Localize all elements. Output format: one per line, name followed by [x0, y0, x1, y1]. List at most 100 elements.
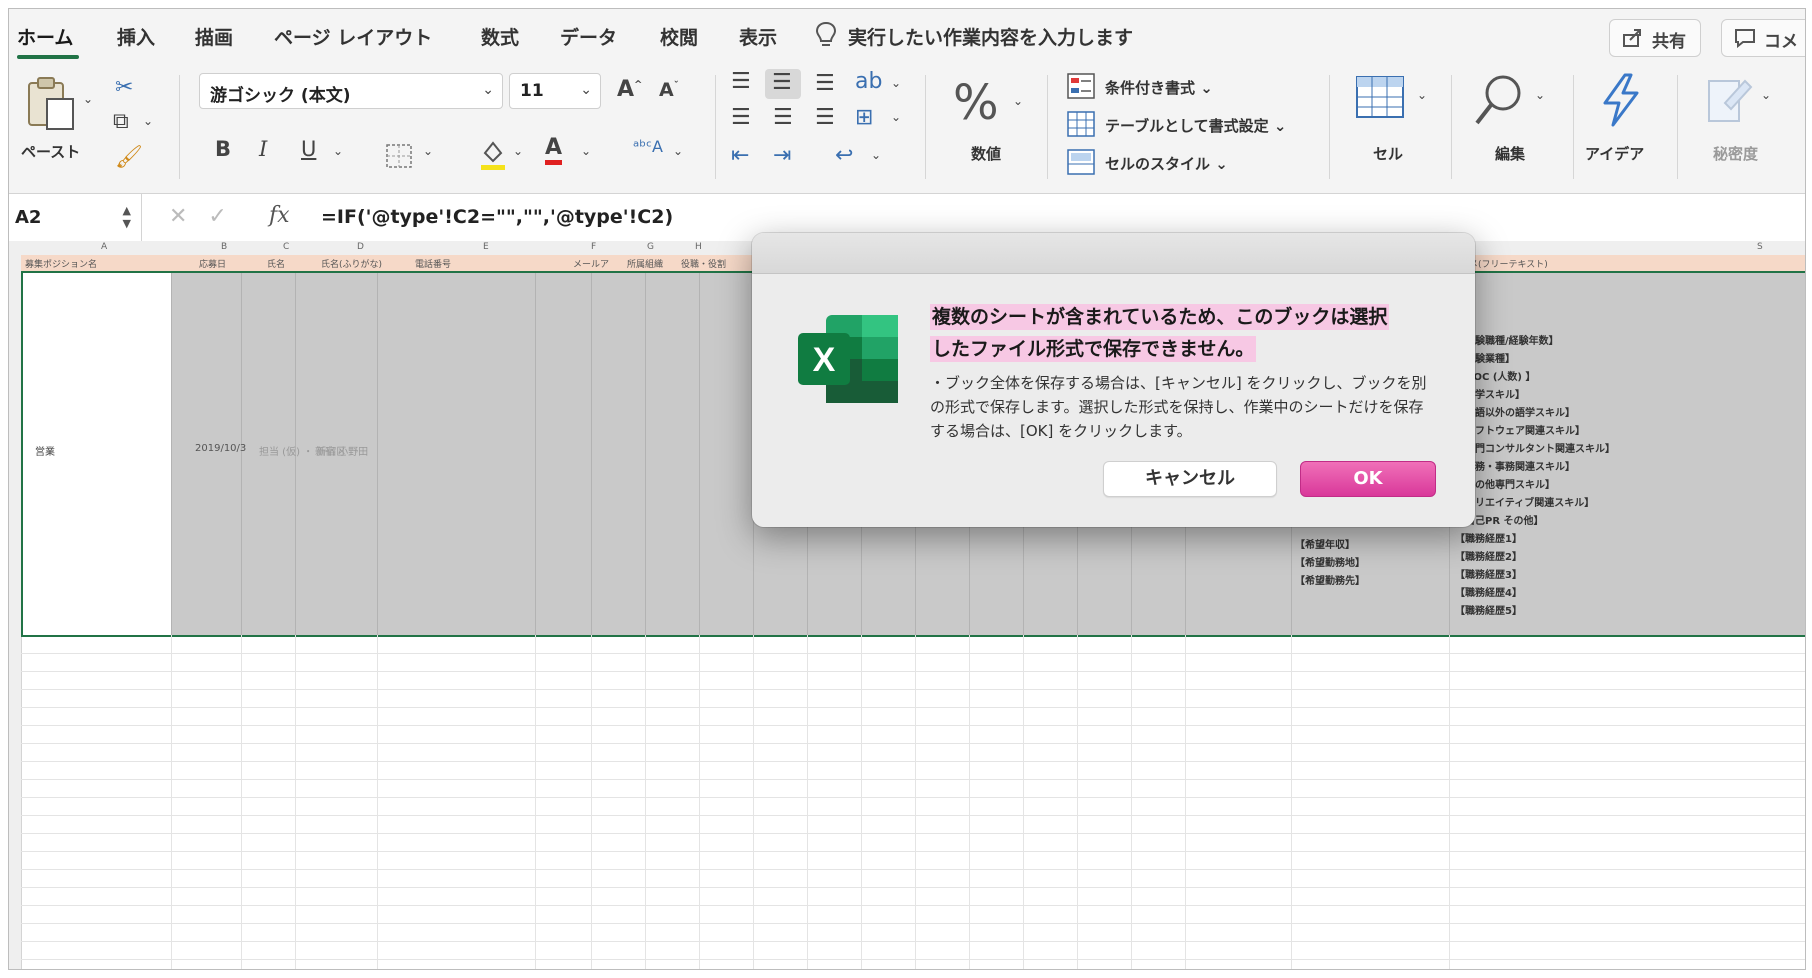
- copy-chevron-icon[interactable]: ⌄: [143, 115, 153, 127]
- paste-chevron-icon[interactable]: ⌄: [83, 93, 93, 105]
- fill-color-chevron-icon[interactable]: ⌄: [513, 145, 523, 157]
- paste-icon[interactable]: [25, 75, 77, 131]
- header-cell[interactable]: 役職・役割: [681, 257, 726, 270]
- column-header-e[interactable]: E: [483, 242, 489, 252]
- italic-button[interactable]: I: [259, 139, 267, 160]
- bold-button[interactable]: B: [215, 139, 231, 160]
- percent-icon[interactable]: %: [953, 79, 999, 127]
- font-color-chevron-icon[interactable]: ⌄: [581, 145, 591, 157]
- cells-icon[interactable]: [1355, 73, 1411, 125]
- check-icon[interactable]: ✓: [208, 204, 226, 229]
- format-as-table-icon[interactable]: [1067, 111, 1095, 137]
- grid-line: [21, 725, 1805, 726]
- ribbon-separator: [1451, 75, 1452, 179]
- conditional-format-icon[interactable]: [1067, 73, 1095, 99]
- align-bottom-icon[interactable]: ☰: [815, 73, 835, 95]
- wrap-chevron-icon[interactable]: ⌄: [871, 149, 881, 161]
- column-header-h[interactable]: H: [695, 242, 702, 252]
- decrease-indent-icon[interactable]: ⇤: [731, 145, 749, 167]
- underline-chevron-icon[interactable]: ⌄: [333, 145, 343, 157]
- cell-styles-icon[interactable]: [1067, 149, 1095, 175]
- header-cell[interactable]: 募集ポジション名: [25, 257, 97, 270]
- tab-insert[interactable]: 挿入: [117, 23, 155, 50]
- cells-chevron-icon[interactable]: ⌄: [1417, 89, 1427, 101]
- borders-icon[interactable]: [385, 143, 413, 169]
- align-center-icon[interactable]: ☰: [773, 107, 793, 129]
- merge-center-icon[interactable]: ⊞: [855, 107, 873, 129]
- tab-review[interactable]: 校閲: [660, 23, 698, 50]
- copy-icon[interactable]: ⧉: [113, 111, 129, 133]
- grid-line: [1291, 635, 1292, 969]
- increase-indent-icon[interactable]: ⇥: [773, 145, 791, 167]
- header-cell[interactable]: 氏名: [267, 257, 285, 270]
- tab-formulas[interactable]: 数式: [481, 23, 519, 50]
- header-cell[interactable]: 応募日: [199, 257, 226, 270]
- cut-icon[interactable]: ✂: [115, 77, 133, 99]
- column-header-g[interactable]: G: [647, 242, 654, 252]
- share-button[interactable]: 共有: [1609, 19, 1701, 57]
- column-header-s[interactable]: S: [1757, 242, 1763, 252]
- tab-view[interactable]: 表示: [739, 23, 777, 50]
- phonetic-guide-icon[interactable]: ᵃᵇᶜA: [633, 139, 663, 155]
- orientation-chevron-icon[interactable]: ⌄: [891, 77, 901, 89]
- comments-button[interactable]: コメ: [1721, 19, 1805, 57]
- number-chevron-icon[interactable]: ⌄: [1013, 95, 1023, 107]
- conditional-format-button[interactable]: 条件付き書式 ⌄: [1105, 77, 1213, 98]
- font-size-select[interactable]: 11 ⌄: [509, 73, 601, 109]
- underline-button[interactable]: U: [301, 139, 316, 160]
- column-header-b[interactable]: B: [221, 242, 227, 252]
- wrap-text-icon[interactable]: ↩: [835, 145, 853, 167]
- grid-line: [1023, 635, 1024, 969]
- cancel-button[interactable]: キャンセル: [1103, 461, 1277, 497]
- format-as-table-button[interactable]: テーブルとして書式設定 ⌄: [1105, 115, 1286, 136]
- borders-chevron-icon[interactable]: ⌄: [423, 145, 433, 157]
- font-color-icon[interactable]: A: [545, 135, 563, 165]
- dialog-message: ・ブック全体を保存する場合は、[キャンセル] をクリックし、ブックを別の形式で保…: [930, 374, 1427, 440]
- font-name-select[interactable]: 游ゴシック (本文) ⌄: [199, 73, 503, 109]
- phonetic-chevron-icon[interactable]: ⌄: [673, 145, 683, 157]
- column-header-f[interactable]: F: [591, 242, 596, 252]
- search-icon[interactable]: [1473, 71, 1529, 129]
- formula-input[interactable]: =IF('@type'!C2="","",'@type'!C2): [321, 206, 673, 228]
- grid-line: [1131, 635, 1132, 969]
- grow-font-icon[interactable]: A^: [617, 79, 642, 101]
- shrink-font-icon[interactable]: Aˇ: [659, 81, 679, 100]
- header-cell[interactable]: メールア: [573, 257, 609, 270]
- header-cell[interactable]: 所属組織: [627, 257, 663, 270]
- merge-chevron-icon[interactable]: ⌄: [891, 111, 901, 123]
- editing-chevron-icon[interactable]: ⌄: [1535, 89, 1545, 101]
- cell-styles-button[interactable]: セルのスタイル ⌄: [1105, 153, 1228, 174]
- fill-color-icon[interactable]: [479, 139, 507, 171]
- share-icon: [1623, 29, 1641, 47]
- header-cell[interactable]: 氏名(ふりがな): [321, 257, 382, 270]
- align-top-icon[interactable]: ☰: [731, 71, 751, 93]
- tell-me-text: 実行したい作業内容を入力します: [848, 27, 1134, 49]
- column-header-a[interactable]: A: [101, 242, 107, 252]
- ribbon-separator: [179, 75, 180, 179]
- ribbon-separator: [1573, 75, 1574, 179]
- format-painter-icon[interactable]: 🖌: [115, 147, 143, 169]
- tab-page-layout[interactable]: ページ レイアウト: [274, 23, 432, 50]
- align-left-icon[interactable]: ☰: [731, 107, 751, 129]
- tab-data[interactable]: データ: [560, 23, 617, 50]
- name-box-stepper-icon[interactable]: ▲ ▼: [123, 204, 131, 230]
- grid-line: [21, 851, 1805, 852]
- header-cell[interactable]: 電話番号: [415, 257, 451, 270]
- column-header-c[interactable]: C: [283, 242, 289, 252]
- insert-function-icon[interactable]: fx: [269, 203, 290, 228]
- tab-draw[interactable]: 描画: [195, 23, 233, 50]
- ok-button[interactable]: OK: [1300, 461, 1436, 497]
- column-header-d[interactable]: D: [357, 242, 364, 252]
- align-middle-button[interactable]: ☰: [765, 69, 801, 99]
- grid-line: [699, 635, 700, 969]
- grid-line: [21, 887, 1805, 888]
- dialog-titlebar[interactable]: [752, 233, 1475, 274]
- name-box[interactable]: A2 ▲ ▼: [9, 194, 142, 242]
- orientation-icon[interactable]: ab: [855, 71, 882, 93]
- align-right-icon[interactable]: ☰: [815, 107, 835, 129]
- lightbulb-icon: [815, 21, 837, 46]
- close-icon[interactable]: ✕: [169, 204, 187, 229]
- ideas-lightning-icon[interactable]: [1599, 73, 1643, 127]
- number-label: 数値: [971, 145, 1002, 163]
- tab-home[interactable]: ホーム: [17, 23, 73, 50]
